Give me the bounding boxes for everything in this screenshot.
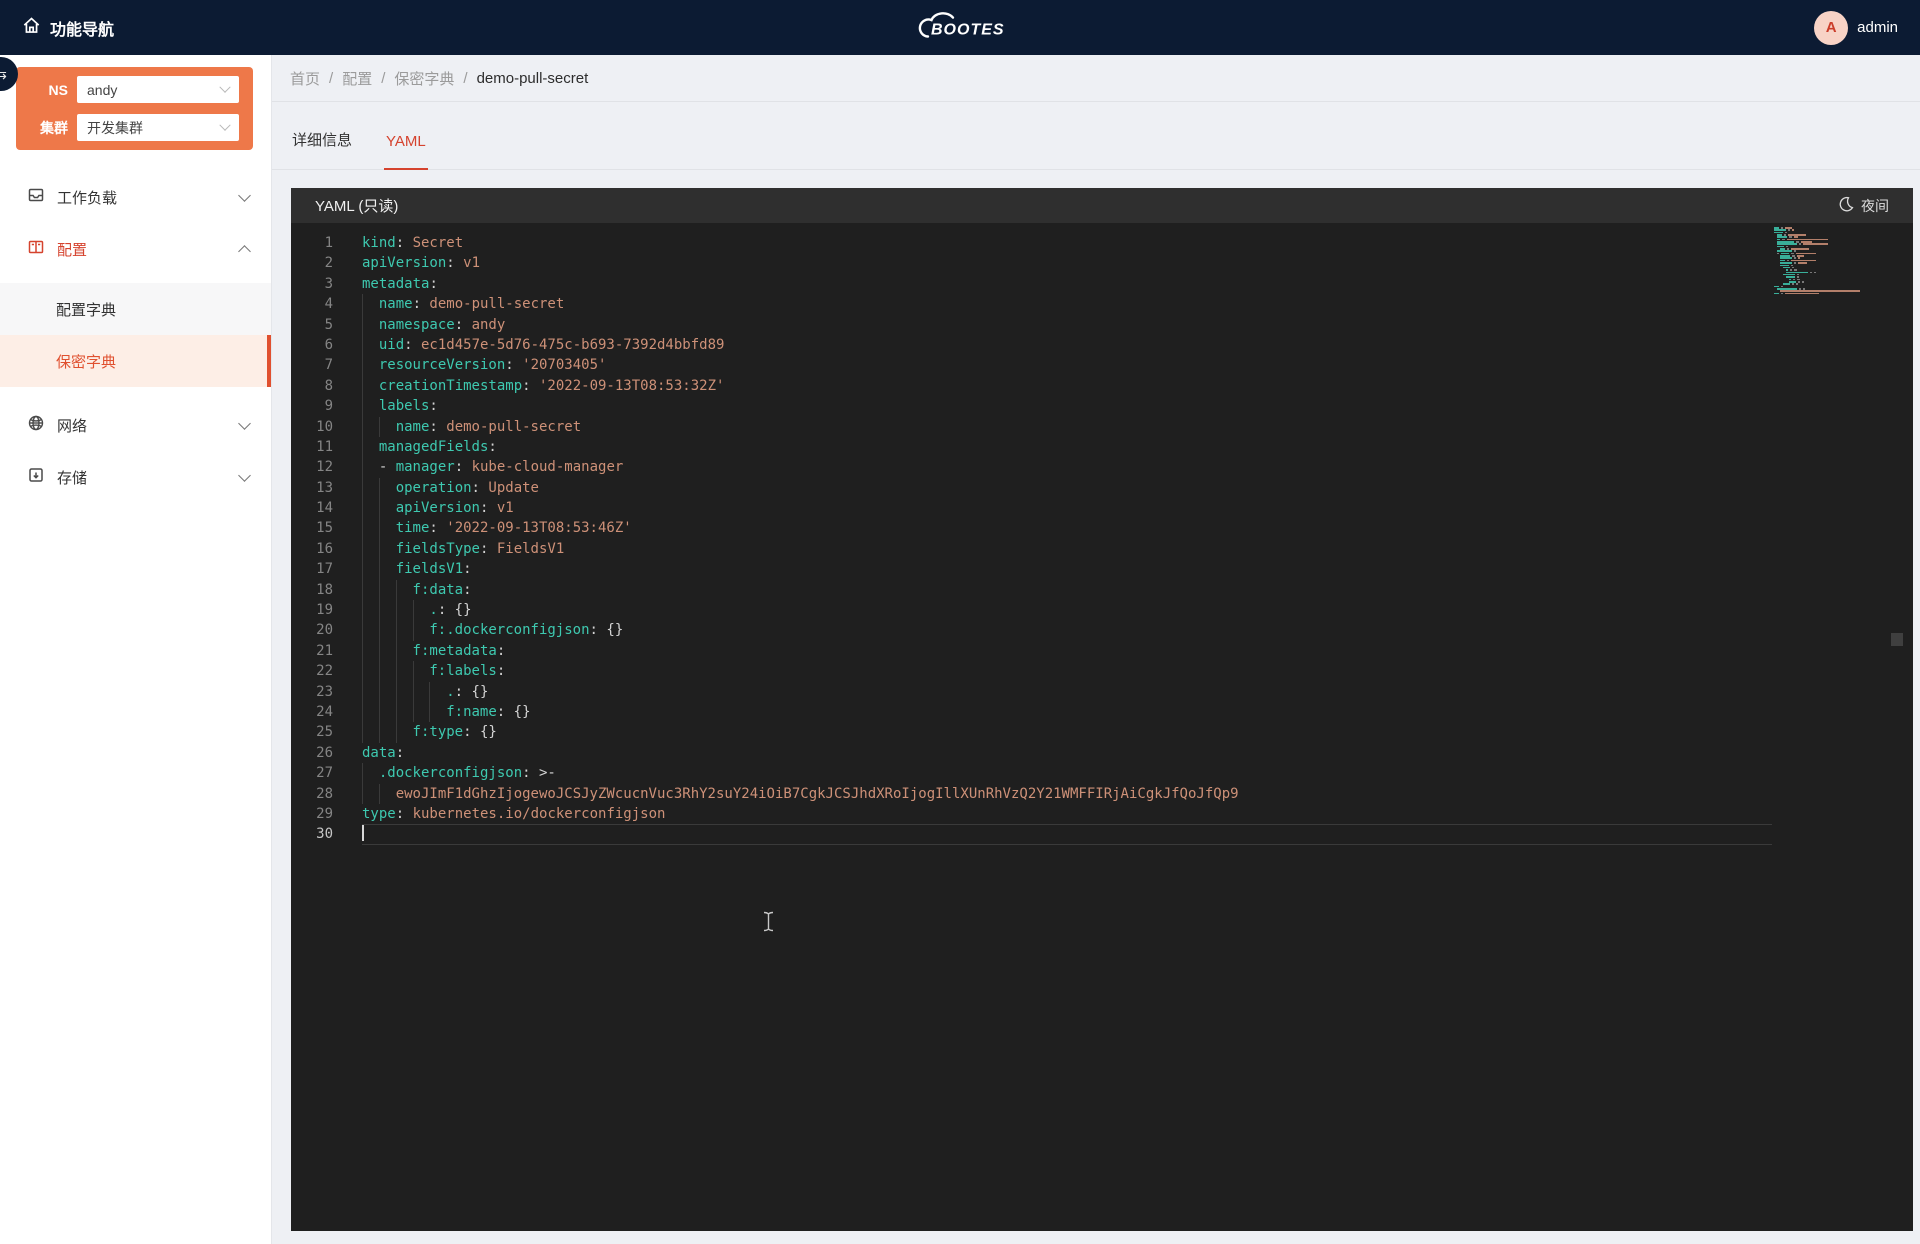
workload-icon <box>27 186 45 208</box>
code-line: 15time: '2022-09-13T08:53:46Z' <box>291 518 1913 538</box>
cluster-filter-row: 集群 开发集群 <box>26 114 239 141</box>
code-line: 10name: demo-pull-secret <box>291 417 1913 437</box>
sidebar-item-workload[interactable]: 工作负载 <box>0 177 271 217</box>
code-line: 27.dockerconfigjson: >- <box>291 763 1913 783</box>
code-line: 18f:data: <box>291 580 1913 600</box>
breadcrumb: 首页 / 配置 / 保密字典 / demo-pull-secret <box>272 55 1920 102</box>
sidebar-item-configmap[interactable]: 配置字典 <box>0 283 271 335</box>
code-line: 26data: <box>291 743 1913 763</box>
moon-icon <box>1838 196 1854 215</box>
namespace-label: NS <box>26 82 68 98</box>
code-line: 22f:labels: <box>291 661 1913 681</box>
brand-logo: BOOTES <box>908 5 1012 50</box>
home-icon <box>22 16 41 40</box>
code-lines: 1kind: Secret2apiVersion: v13metadata:4n… <box>291 233 1913 845</box>
breadcrumb-separator: / <box>329 70 333 87</box>
breadcrumb-home[interactable]: 首页 <box>290 68 320 89</box>
code-line: 14apiVersion: v1 <box>291 498 1913 518</box>
sidebar-item-label: 配置 <box>57 239 87 260</box>
namespace-select-value: andy <box>87 82 117 98</box>
sidebar-item-network[interactable]: 网络 <box>0 405 271 445</box>
network-globe-icon <box>27 414 45 436</box>
storage-icon <box>27 466 45 488</box>
yaml-code-editor[interactable]: 1kind: Secret2apiVersion: v13metadata:4n… <box>291 223 1913 1231</box>
submenu-item-label: 保密字典 <box>56 351 116 372</box>
code-line: 28ewoJImF1dGhzIjogewoJCSJyZWcucnVuc3RhY2… <box>291 784 1913 804</box>
code-line: 1kind: Secret <box>291 233 1913 253</box>
minimap[interactable] <box>1774 227 1886 299</box>
editor-header: YAML (只读) 夜间 <box>291 188 1913 223</box>
code-line: 3metadata: <box>291 274 1913 294</box>
main-content: 首页 / 配置 / 保密字典 / demo-pull-secret 详细信息 Y… <box>272 55 1920 1244</box>
nav-home-label: 功能导航 <box>50 16 114 40</box>
cluster-select[interactable]: 开发集群 <box>77 114 239 141</box>
swap-arrows-icon: ⇆ <box>0 66 7 83</box>
code-line: 25f:type: {} <box>291 722 1913 742</box>
breadcrumb-secret[interactable]: 保密字典 <box>394 68 454 89</box>
sidebar-item-label: 工作负载 <box>57 187 117 208</box>
chevron-up-icon <box>238 245 251 258</box>
code-line: 23.: {} <box>291 682 1913 702</box>
code-line: 30 <box>291 824 1913 844</box>
submenu-item-label: 配置字典 <box>56 299 116 320</box>
code-line: 16fieldsType: FieldsV1 <box>291 539 1913 559</box>
code-line: 6uid: ec1d457e-5d76-475c-b693-7392d4bbfd… <box>291 335 1913 355</box>
code-line: 17fieldsV1: <box>291 559 1913 579</box>
cluster-label: 集群 <box>26 118 68 138</box>
breadcrumb-config[interactable]: 配置 <box>342 68 372 89</box>
code-line: 8creationTimestamp: '2022-09-13T08:53:32… <box>291 376 1913 396</box>
tab-details[interactable]: 详细信息 <box>290 129 354 169</box>
user-menu[interactable]: A admin <box>1814 11 1898 45</box>
namespace-select[interactable]: andy <box>77 76 239 103</box>
brand-logo-text: BOOTES <box>931 21 1005 38</box>
sidebar: ⇆ NS andy 集群 开发集群 工作负载 <box>0 55 272 1244</box>
chevron-down-icon <box>219 81 230 92</box>
scrollbar-marker[interactable] <box>1891 633 1903 646</box>
night-mode-toggle[interactable]: 夜间 <box>1838 196 1889 216</box>
user-name: admin <box>1857 19 1898 36</box>
breadcrumb-current: demo-pull-secret <box>477 70 589 87</box>
code-line: 9labels: <box>291 396 1913 416</box>
code-line: 12- manager: kube-cloud-manager <box>291 457 1913 477</box>
code-line: 24f:name: {} <box>291 702 1913 722</box>
yaml-editor-panel: YAML (只读) 夜间 1kind: Secret2apiVersion: v… <box>291 188 1913 1231</box>
breadcrumb-separator: / <box>463 70 467 87</box>
code-line: 7resourceVersion: '20703405' <box>291 355 1913 375</box>
code-line: 5namespace: andy <box>291 315 1913 335</box>
config-book-icon <box>27 238 45 260</box>
tab-bar: 详细信息 YAML <box>272 102 1920 170</box>
tab-yaml[interactable]: YAML <box>384 133 428 169</box>
sidebar-menu: 工作负载 配置 配置字典 保密字典 <box>0 165 271 497</box>
sidebar-item-config[interactable]: 配置 <box>0 229 271 269</box>
code-line: 20f:.dockerconfigjson: {} <box>291 620 1913 640</box>
night-mode-label: 夜间 <box>1861 196 1889 216</box>
editor-title: YAML (只读) <box>315 195 398 216</box>
code-line: 4name: demo-pull-secret <box>291 294 1913 314</box>
text-cursor-pointer <box>762 911 775 937</box>
sidebar-item-label: 存储 <box>57 467 87 488</box>
code-line: 13operation: Update <box>291 478 1913 498</box>
code-line: 19.: {} <box>291 600 1913 620</box>
sidebar-item-storage[interactable]: 存储 <box>0 457 271 497</box>
code-line: 21f:metadata: <box>291 641 1913 661</box>
chevron-down-icon <box>219 119 230 130</box>
code-line: 29type: kubernetes.io/dockerconfigjson <box>291 804 1913 824</box>
chevron-down-icon <box>238 417 251 430</box>
cluster-select-value: 开发集群 <box>87 118 143 138</box>
context-filter-panel: NS andy 集群 开发集群 <box>16 67 253 150</box>
namespace-filter-row: NS andy <box>26 76 239 103</box>
sidebar-item-secret[interactable]: 保密字典 <box>0 335 271 387</box>
sidebar-item-label: 网络 <box>57 415 87 436</box>
nav-home[interactable]: 功能导航 <box>22 16 114 40</box>
chevron-down-icon <box>238 469 251 482</box>
code-line: 2apiVersion: v1 <box>291 253 1913 273</box>
avatar: A <box>1814 11 1848 45</box>
code-line: 11managedFields: <box>291 437 1913 457</box>
breadcrumb-separator: / <box>381 70 385 87</box>
top-header: 功能导航 BOOTES A admin <box>0 0 1920 55</box>
chevron-down-icon <box>238 189 251 202</box>
